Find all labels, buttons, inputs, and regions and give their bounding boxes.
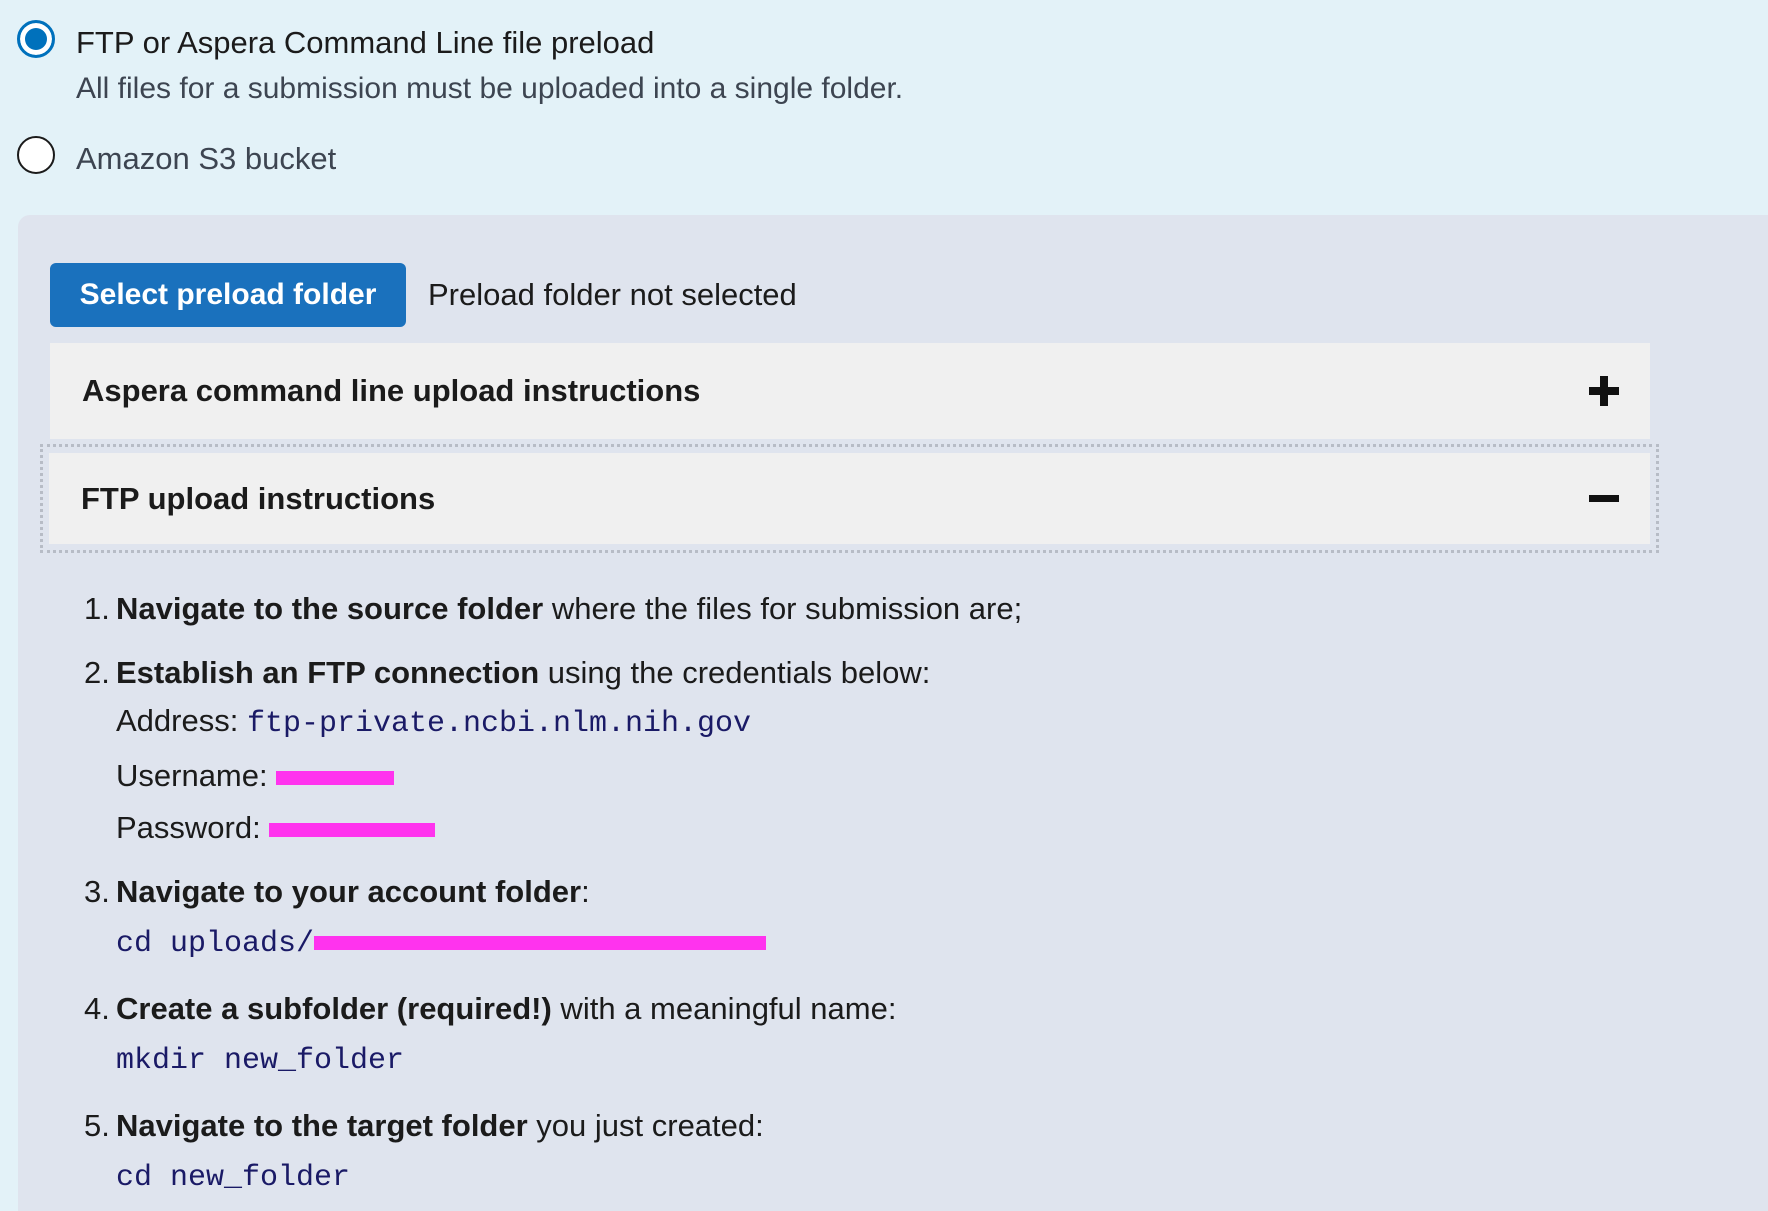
step-heading: Establish an FTP connection — [116, 655, 540, 690]
radio-ftp-description: All files for a submission must be uploa… — [76, 72, 904, 105]
password-label: Password: — [116, 810, 270, 845]
upload-page: FTP or Aspera Command Line file preload … — [0, 0, 1768, 1211]
redacted-username — [276, 770, 395, 785]
step-heading: Create a subfolder (required!) — [116, 991, 552, 1026]
select-preload-folder-button[interactable]: Select preload folder — [50, 263, 406, 327]
accordion-ftp-title: FTP upload instructions — [81, 480, 436, 516]
step-text: you just created: — [527, 1108, 764, 1143]
plus-icon[interactable] — [1588, 375, 1620, 407]
radio-ftp-selected[interactable] — [17, 20, 55, 58]
redacted-password — [269, 822, 436, 837]
cd-new-folder-command[interactable]: cd new_folder — [116, 1161, 350, 1195]
folder-status-text: Preload folder not selected — [428, 277, 797, 312]
address-label: Address: — [116, 703, 247, 738]
mkdir-command-row: mkdir new_folder — [116, 1033, 1584, 1086]
step-text: : — [581, 874, 590, 909]
instruction-step-2: 2. Establish an FTP connection using the… — [84, 651, 1584, 854]
radio-s3-label[interactable]: Amazon S3 bucket — [76, 140, 336, 178]
instruction-step-4: 4. Create a subfolder (required!) with a… — [84, 987, 1584, 1086]
step-heading: Navigate to the target folder — [116, 1108, 528, 1143]
mkdir-command[interactable]: mkdir new_folder — [116, 1044, 404, 1078]
accordion-aspera-title: Aspera command line upload instructions — [82, 373, 701, 408]
radio-option-ftp[interactable]: FTP or Aspera Command Line file preload … — [17, 20, 903, 106]
radio-option-s3[interactable]: Amazon S3 bucket — [17, 136, 336, 178]
ftp-address-value[interactable]: ftp-private.ncbi.nlm.nih.gov — [247, 707, 751, 741]
instruction-step-3: 3. Navigate to your account folder: cd u… — [84, 870, 1584, 969]
step-heading: Navigate to your account folder — [116, 874, 582, 909]
ftp-address-row: Address: ftp-private.ncbi.nlm.nih.gov — [116, 695, 1584, 750]
cd-uploads-command[interactable]: cd uploads/ — [116, 927, 314, 961]
cd-command-row: cd new_folder — [116, 1150, 1584, 1203]
step-number: 2. — [84, 655, 110, 690]
step-heading: Navigate to the source folder — [116, 591, 544, 626]
account-folder-command: cd uploads/ — [116, 916, 1584, 969]
username-label: Username: — [116, 758, 277, 793]
step-text: with a meaningful name: — [551, 991, 897, 1026]
radio-ftp-label[interactable]: FTP or Aspera Command Line file preload — [76, 24, 903, 62]
preload-panel: Select preload folder Preload folder not… — [18, 215, 1768, 1211]
step-text: where the files for submission are; — [543, 591, 1023, 626]
accordion-ftp[interactable]: FTP upload instructions — [40, 444, 1659, 553]
step-number: 5. — [84, 1108, 110, 1143]
minus-icon[interactable] — [1588, 483, 1620, 515]
ftp-password-row: Password: — [116, 802, 1584, 854]
step-number: 1. — [84, 591, 110, 626]
step-number: 4. — [84, 991, 110, 1026]
accordion-aspera[interactable]: Aspera command line upload instructions — [50, 343, 1650, 439]
ftp-instructions-list: 1. Navigate to the source folder where t… — [84, 587, 1584, 1211]
instruction-step-1: 1. Navigate to the source folder where t… — [84, 587, 1584, 631]
step-text: using the credentials below: — [539, 655, 931, 690]
radio-s3-unselected[interactable] — [17, 136, 55, 174]
instruction-step-5: 5. Navigate to the target folder you jus… — [84, 1104, 1584, 1203]
ftp-username-row: Username: — [116, 750, 1584, 802]
step-number: 3. — [84, 874, 110, 909]
redacted-account-folder — [314, 935, 767, 950]
